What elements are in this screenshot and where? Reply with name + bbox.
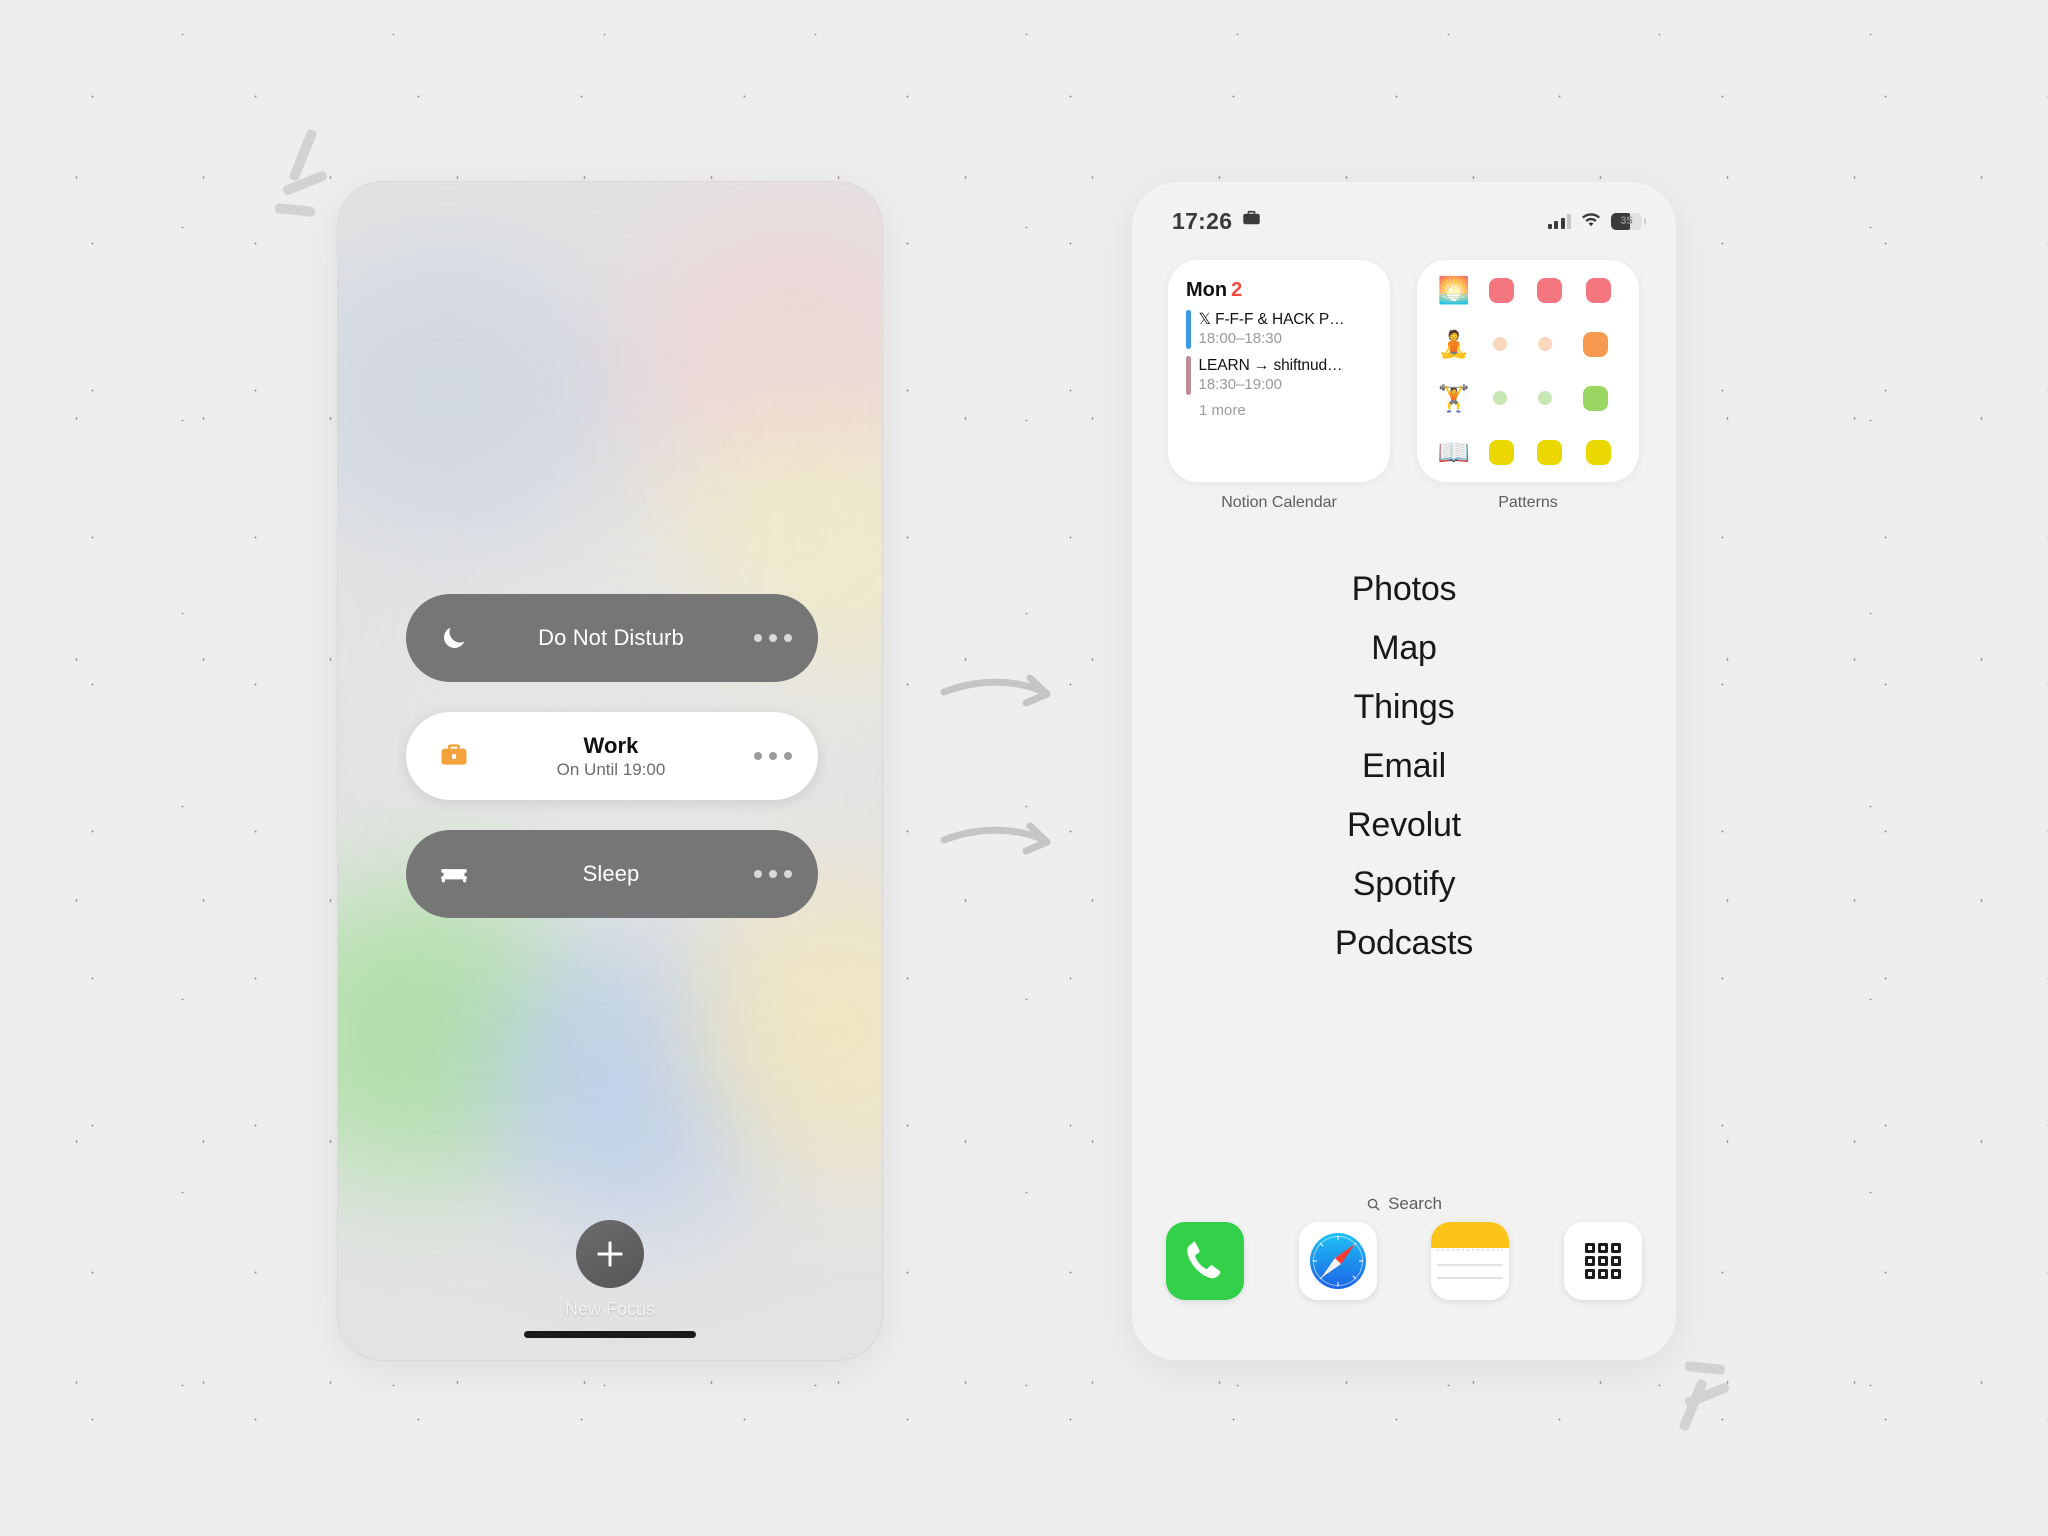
- app-item-things[interactable]: Things: [1132, 690, 1676, 724]
- habit-cells: [1477, 331, 1623, 357]
- patterns-widget[interactable]: 🌅 🧘 🏋 📖: [1417, 260, 1639, 482]
- habit-cell: [1537, 277, 1563, 303]
- calendar-day-name: Mon: [1186, 279, 1228, 301]
- habit-cell: [1492, 337, 1507, 351]
- home-indicator[interactable]: [524, 1331, 696, 1338]
- event-color-bar: [1186, 310, 1191, 349]
- cellular-bars-icon: [1547, 213, 1571, 229]
- habit-row: 🏋: [1431, 385, 1623, 411]
- calendar-more-events[interactable]: 1 more: [1199, 402, 1374, 419]
- new-focus-button[interactable]: [576, 1220, 644, 1288]
- arrow-top: [940, 674, 1051, 707]
- habit-cell: [1582, 331, 1608, 357]
- widget-label: Patterns: [1498, 494, 1558, 511]
- arrow-bottom: [940, 822, 1051, 855]
- event-title: 𝕏 F-F-F & HACK P…: [1198, 311, 1345, 328]
- app-item-spotify[interactable]: Spotify: [1132, 867, 1676, 901]
- battery-icon: 35: [1611, 212, 1646, 230]
- status-bar-right: 35: [1547, 211, 1646, 232]
- habit-cell: [1582, 385, 1608, 411]
- wifi-icon: [1580, 211, 1602, 232]
- moon-icon: [430, 623, 478, 653]
- calendar-event[interactable]: 𝕏 F-F-F & HACK P… 18:00–18:30: [1186, 310, 1374, 349]
- habit-row: 📖: [1431, 439, 1623, 465]
- focus-mode-text: Do Not Disturb: [478, 625, 744, 651]
- dock: [1166, 1222, 1642, 1300]
- widget-patterns: 🌅 🧘 🏋 📖 Patterns: [1417, 260, 1639, 512]
- briefcase-icon: [430, 740, 478, 772]
- habit-cell: [1537, 337, 1552, 351]
- workout-icon: 🏋: [1437, 383, 1471, 413]
- focus-mode-name: Work: [583, 732, 639, 758]
- focus-mode-text: Work On Until 19:00: [478, 733, 744, 780]
- grid-icon: [1563, 1222, 1642, 1300]
- left-phone-focus-panel: Do Not Disturb Work On Until 19:00 Sleep…: [337, 181, 883, 1361]
- dock-app-safari[interactable]: [1298, 1222, 1377, 1300]
- status-bar: 17:26 35: [1132, 182, 1676, 242]
- habit-cell: [1492, 391, 1507, 405]
- event-color-bar: [1186, 355, 1191, 395]
- focus-mode-text: Sleep: [478, 861, 744, 887]
- focus-mode-list: Do Not Disturb Work On Until 19:00 Sleep: [406, 594, 818, 948]
- dock-app-phone[interactable]: [1166, 1222, 1244, 1300]
- app-item-podcasts[interactable]: Podcasts: [1132, 926, 1676, 960]
- focus-mode-name: Sleep: [582, 861, 640, 886]
- calendar-date-header: Mon 2: [1186, 279, 1374, 302]
- focus-mode-status: On Until 19:00: [556, 759, 666, 779]
- widget-notion-calendar: Mon 2 𝕏 F-F-F & HACK P… 18:00–18:30 LEARN…: [1168, 260, 1390, 512]
- reading-icon: 📖: [1437, 437, 1471, 467]
- event-time: 18:30–19:00: [1198, 376, 1282, 394]
- event-time: 18:00–18:30: [1198, 330, 1282, 348]
- bed-icon: [430, 857, 478, 891]
- habit-cells: [1477, 439, 1623, 465]
- focus-more-options-button[interactable]: [744, 752, 792, 760]
- habit-cell: [1586, 277, 1612, 303]
- widget-row: Mon 2 𝕏 F-F-F & HACK P… 18:00–18:30 LEARN…: [1168, 260, 1640, 512]
- briefcase-icon: [1241, 208, 1262, 235]
- focus-mode-name: Do Not Disturb: [538, 625, 684, 650]
- habit-cell: [1488, 277, 1514, 303]
- sunrise-icon: 🌅: [1437, 275, 1471, 305]
- calendar-day-number: 2: [1231, 279, 1243, 301]
- habit-cell: [1488, 439, 1514, 465]
- focus-more-options-button[interactable]: [744, 870, 792, 878]
- habit-cell: [1537, 439, 1563, 465]
- event-title: LEARN → shiftnud…: [1198, 356, 1343, 374]
- app-item-revolut[interactable]: Revolut: [1132, 808, 1676, 842]
- phone-icon: [1166, 1222, 1244, 1300]
- habit-row: 🌅: [1431, 277, 1623, 303]
- focus-mode-sleep[interactable]: Sleep: [406, 830, 818, 918]
- status-time: 17:26: [1172, 207, 1233, 234]
- notes-icon: [1431, 1222, 1510, 1300]
- search-icon: [1366, 1197, 1381, 1212]
- focus-more-options-button[interactable]: [744, 634, 792, 642]
- habit-cells: [1477, 277, 1623, 303]
- notion-calendar-widget[interactable]: Mon 2 𝕏 F-F-F & HACK P… 18:00–18:30 LEARN…: [1168, 260, 1390, 482]
- compass-icon: [1298, 1222, 1377, 1300]
- dock-app-notes[interactable]: [1431, 1222, 1510, 1300]
- focus-mode-do-not-disturb[interactable]: Do Not Disturb: [406, 594, 818, 682]
- battery-level: 35: [1620, 215, 1633, 227]
- widget-label: Notion Calendar: [1221, 494, 1337, 511]
- status-bar-left: 17:26: [1172, 208, 1262, 235]
- app-item-email[interactable]: Email: [1132, 749, 1676, 783]
- right-phone-home-screen: 17:26 35 Mon 2 𝕏 F-F-F & HACK P… 18:00–1…: [1131, 181, 1677, 1361]
- focus-mode-work[interactable]: Work On Until 19:00: [406, 712, 818, 800]
- meditation-icon: 🧘: [1437, 329, 1471, 359]
- app-item-photos[interactable]: Photos: [1132, 572, 1676, 606]
- new-focus-section: New Focus: [338, 1220, 882, 1320]
- new-focus-label: New Focus: [564, 1299, 656, 1319]
- habit-cells: [1477, 385, 1623, 411]
- screenshot-canvas: Do Not Disturb Work On Until 19:00 Sleep…: [0, 0, 2048, 1536]
- calendar-event[interactable]: LEARN → shiftnud… 18:30–19:00: [1186, 355, 1374, 395]
- background-noise-texture: [0, 0, 2048, 1536]
- habit-cell: [1586, 439, 1612, 465]
- search-button[interactable]: Search: [1132, 1194, 1676, 1214]
- app-name-list: Photos Map Things Email Revolut Spotify …: [1132, 572, 1676, 985]
- habit-cell: [1537, 391, 1552, 405]
- search-label: Search: [1388, 1194, 1442, 1213]
- app-item-map[interactable]: Map: [1132, 631, 1676, 665]
- dock-app-app-library[interactable]: [1563, 1222, 1642, 1300]
- habit-row: 🧘: [1431, 331, 1623, 357]
